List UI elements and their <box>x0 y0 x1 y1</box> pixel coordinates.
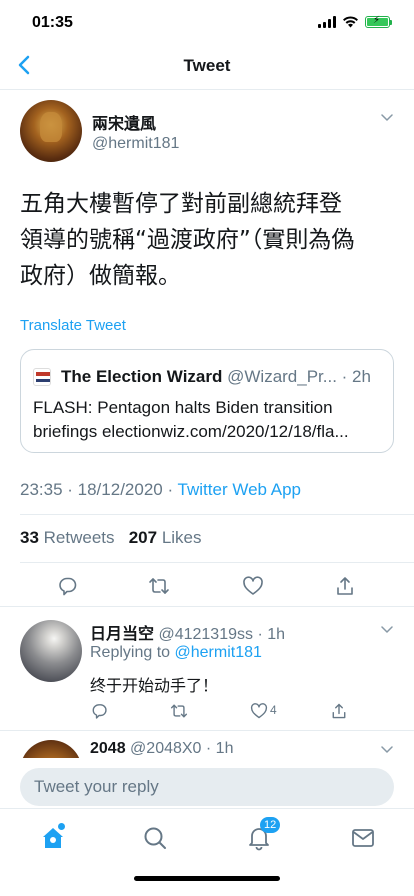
retweet-icon[interactable] <box>170 702 188 720</box>
tab-bar: 12 <box>0 808 414 896</box>
reply-avatar[interactable] <box>20 620 82 682</box>
reply-author-name[interactable]: 日月当空 <box>90 626 154 643</box>
notifications-badge: 12 <box>260 817 281 833</box>
quote-body-line: FLASH: Pentagon halts Biden transition <box>33 398 333 417</box>
reply-author-meta: @2048X0 · 1h <box>130 740 234 757</box>
author-avatar[interactable] <box>20 100 82 162</box>
wifi-icon <box>343 16 358 28</box>
home-indicator <box>134 876 280 881</box>
battery-icon: ⚡ <box>365 15 390 28</box>
reply-like-count: 4 <box>270 703 277 717</box>
reply-icon[interactable] <box>56 575 78 597</box>
reply-author-meta: @4121319ss · 1h <box>158 626 286 643</box>
page-title: Tweet <box>183 56 231 75</box>
tab-notifications[interactable]: 12 <box>246 817 281 851</box>
status-icons: ⚡ <box>318 15 392 28</box>
reply-tweet[interactable]: 2048 @2048X0 · 1h <box>0 730 414 758</box>
retweet-icon[interactable] <box>148 575 170 597</box>
tweet-actions <box>0 564 414 608</box>
tweet-timestamp: 23:35 · 18/12/2020 · Twitter Web App <box>20 480 301 500</box>
quoted-tweet-card[interactable]: The Election Wizard @Wizard_Pr... · 2h F… <box>20 349 394 453</box>
quote-body: FLASH: Pentagon halts Biden transition b… <box>33 396 389 444</box>
reply-header: 日月当空 @4121319ss · 1h <box>90 620 285 644</box>
home-new-indicator <box>58 823 65 830</box>
reply-author-name[interactable]: 2048 <box>90 740 126 757</box>
divider <box>20 562 414 563</box>
chevron-down-icon[interactable] <box>380 742 394 756</box>
reply-composer-bar <box>0 758 414 808</box>
reply-tweet[interactable]: 日月当空 @4121319ss · 1h Replying to @hermit… <box>0 606 414 732</box>
reply-text: 终于开始动手了！ <box>90 676 219 695</box>
tab-messages[interactable] <box>350 825 376 851</box>
tweet-text-line: 領導的號稱“過渡政府”（實則為偽 <box>20 227 355 253</box>
quote-author-name: The Election Wizard <box>61 367 223 386</box>
tweet-text: 五角大樓暫停了對前副總統拜登 領導的號稱“過渡政府”（實則為偽 政府）做簡報。 <box>20 186 400 294</box>
retweets-count: 33 <box>20 528 39 547</box>
likes-count: 207 <box>128 528 158 547</box>
cellular-signal-icon <box>318 16 336 28</box>
timestamp-text: 23:35 · 18/12/2020 · <box>20 480 178 499</box>
quote-author-meta: @Wizard_Pr... · 2h <box>227 367 371 386</box>
tab-search[interactable] <box>142 825 168 851</box>
reply-avatar[interactable] <box>20 740 82 758</box>
author-name[interactable]: 兩宋遺風 <box>92 110 156 134</box>
tweet-text-line: 政府）做簡報。 <box>20 263 181 289</box>
reply-icon[interactable] <box>90 702 108 720</box>
tweet-text-line: 五角大樓暫停了對前副總統拜登 <box>20 191 342 217</box>
status-bar: 01:35 ⚡ <box>0 0 414 44</box>
heart-icon[interactable] <box>242 575 264 597</box>
chevron-down-icon[interactable] <box>380 622 394 636</box>
reply-input[interactable] <box>20 768 394 806</box>
chevron-down-icon[interactable] <box>380 110 394 124</box>
heart-icon[interactable] <box>250 702 268 720</box>
retweets-stat[interactable]: 33 Retweets <box>20 528 115 547</box>
source-link[interactable]: Twitter Web App <box>178 480 301 499</box>
likes-label: Likes <box>161 528 202 547</box>
quote-author-avatar <box>33 368 51 386</box>
nav-bar: Tweet <box>0 44 414 90</box>
tab-home[interactable] <box>40 823 66 851</box>
quote-header: The Election Wizard @Wizard_Pr... · 2h <box>61 367 387 387</box>
replying-to-prefix: Replying to <box>90 644 175 661</box>
translate-tweet-link[interactable]: Translate Tweet <box>20 317 126 334</box>
mail-icon <box>352 829 374 847</box>
reply-actions: 4 <box>90 702 360 722</box>
likes-stat[interactable]: 207 Likes <box>129 528 202 547</box>
quote-body-line: briefings electionwiz.com/2020/12/18/fla… <box>33 422 349 441</box>
share-icon[interactable] <box>330 702 348 720</box>
status-time: 01:35 <box>32 14 73 31</box>
author-handle[interactable]: @hermit181 <box>92 135 179 153</box>
retweets-label: Retweets <box>43 528 115 547</box>
reply-header: 2048 @2048X0 · 1h <box>90 740 233 758</box>
replying-to-mention[interactable]: @hermit181 <box>175 644 262 661</box>
replying-to: Replying to @hermit181 <box>90 644 262 662</box>
engagement-stats: 33 Retweets 207 Likes <box>20 528 202 548</box>
search-icon <box>144 827 166 849</box>
share-icon[interactable] <box>334 575 356 597</box>
divider <box>20 514 414 515</box>
